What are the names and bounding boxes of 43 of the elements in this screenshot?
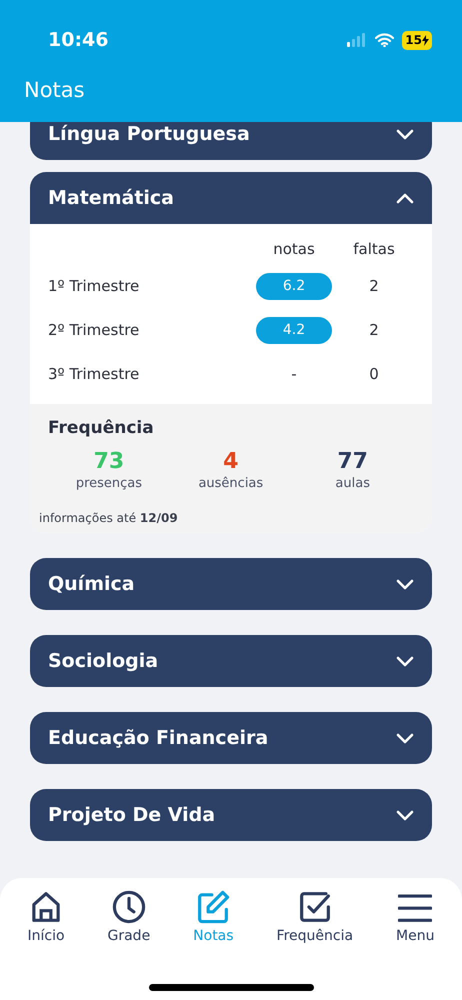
period-label: 3º Trimestre [48,364,140,385]
pencil-square-icon [196,890,230,924]
stat-value: 73 [92,450,126,474]
absence-count: 2 [368,320,380,341]
nav-tab[interactable]: Menu [396,890,434,952]
status-time: 10:46 [48,28,108,53]
subject-header[interactable]: Química [30,558,432,610]
subject-header[interactable]: Sociologia [30,635,432,688]
section-title: Frequência [48,417,155,440]
signal-icon [347,33,368,47]
nav-tab[interactable]: Frequência [276,890,354,952]
nav-tab[interactable]: Início [27,890,65,952]
chevron-down-icon [396,128,414,140]
grade-badge: 6.2 [256,272,332,300]
wifi-icon [375,33,394,47]
subject-header[interactable]: Matemática [30,172,432,224]
period-label: 1º Trimestre [48,276,140,297]
nav-tab[interactable]: Grade [108,890,150,952]
column-header: notas [272,238,316,260]
subject-header[interactable]: Língua Portuguesa [30,122,432,160]
clock-icon [112,890,146,924]
grade-value: - [291,364,297,383]
column-header: faltas [352,238,396,260]
checkbox-icon [298,890,332,924]
page-title: Notas [23,77,86,104]
chevron-down-icon [396,578,414,590]
absence-count: 2 [368,276,380,297]
stat-value: 4 [222,450,240,474]
chevron-down-icon [396,810,414,821]
chevron-up-icon [396,192,414,204]
stat-label: aulas [335,476,370,491]
stat-label: ausências [198,476,264,491]
battery-indicator: 15 [402,30,432,50]
subject-header[interactable]: Educação Financeira [30,712,432,764]
subject-header[interactable]: Projeto De Vida [30,789,432,842]
stat-value: 77 [336,450,369,474]
chevron-down-icon [396,656,414,667]
period-label: 2º Trimestre [48,320,140,341]
grade-badge: 4.2 [256,316,332,344]
chevron-down-icon [396,732,414,744]
stat-label: presenças [76,476,142,491]
absence-count: 0 [368,364,380,385]
update-note: informações até 12/09 [39,511,178,526]
